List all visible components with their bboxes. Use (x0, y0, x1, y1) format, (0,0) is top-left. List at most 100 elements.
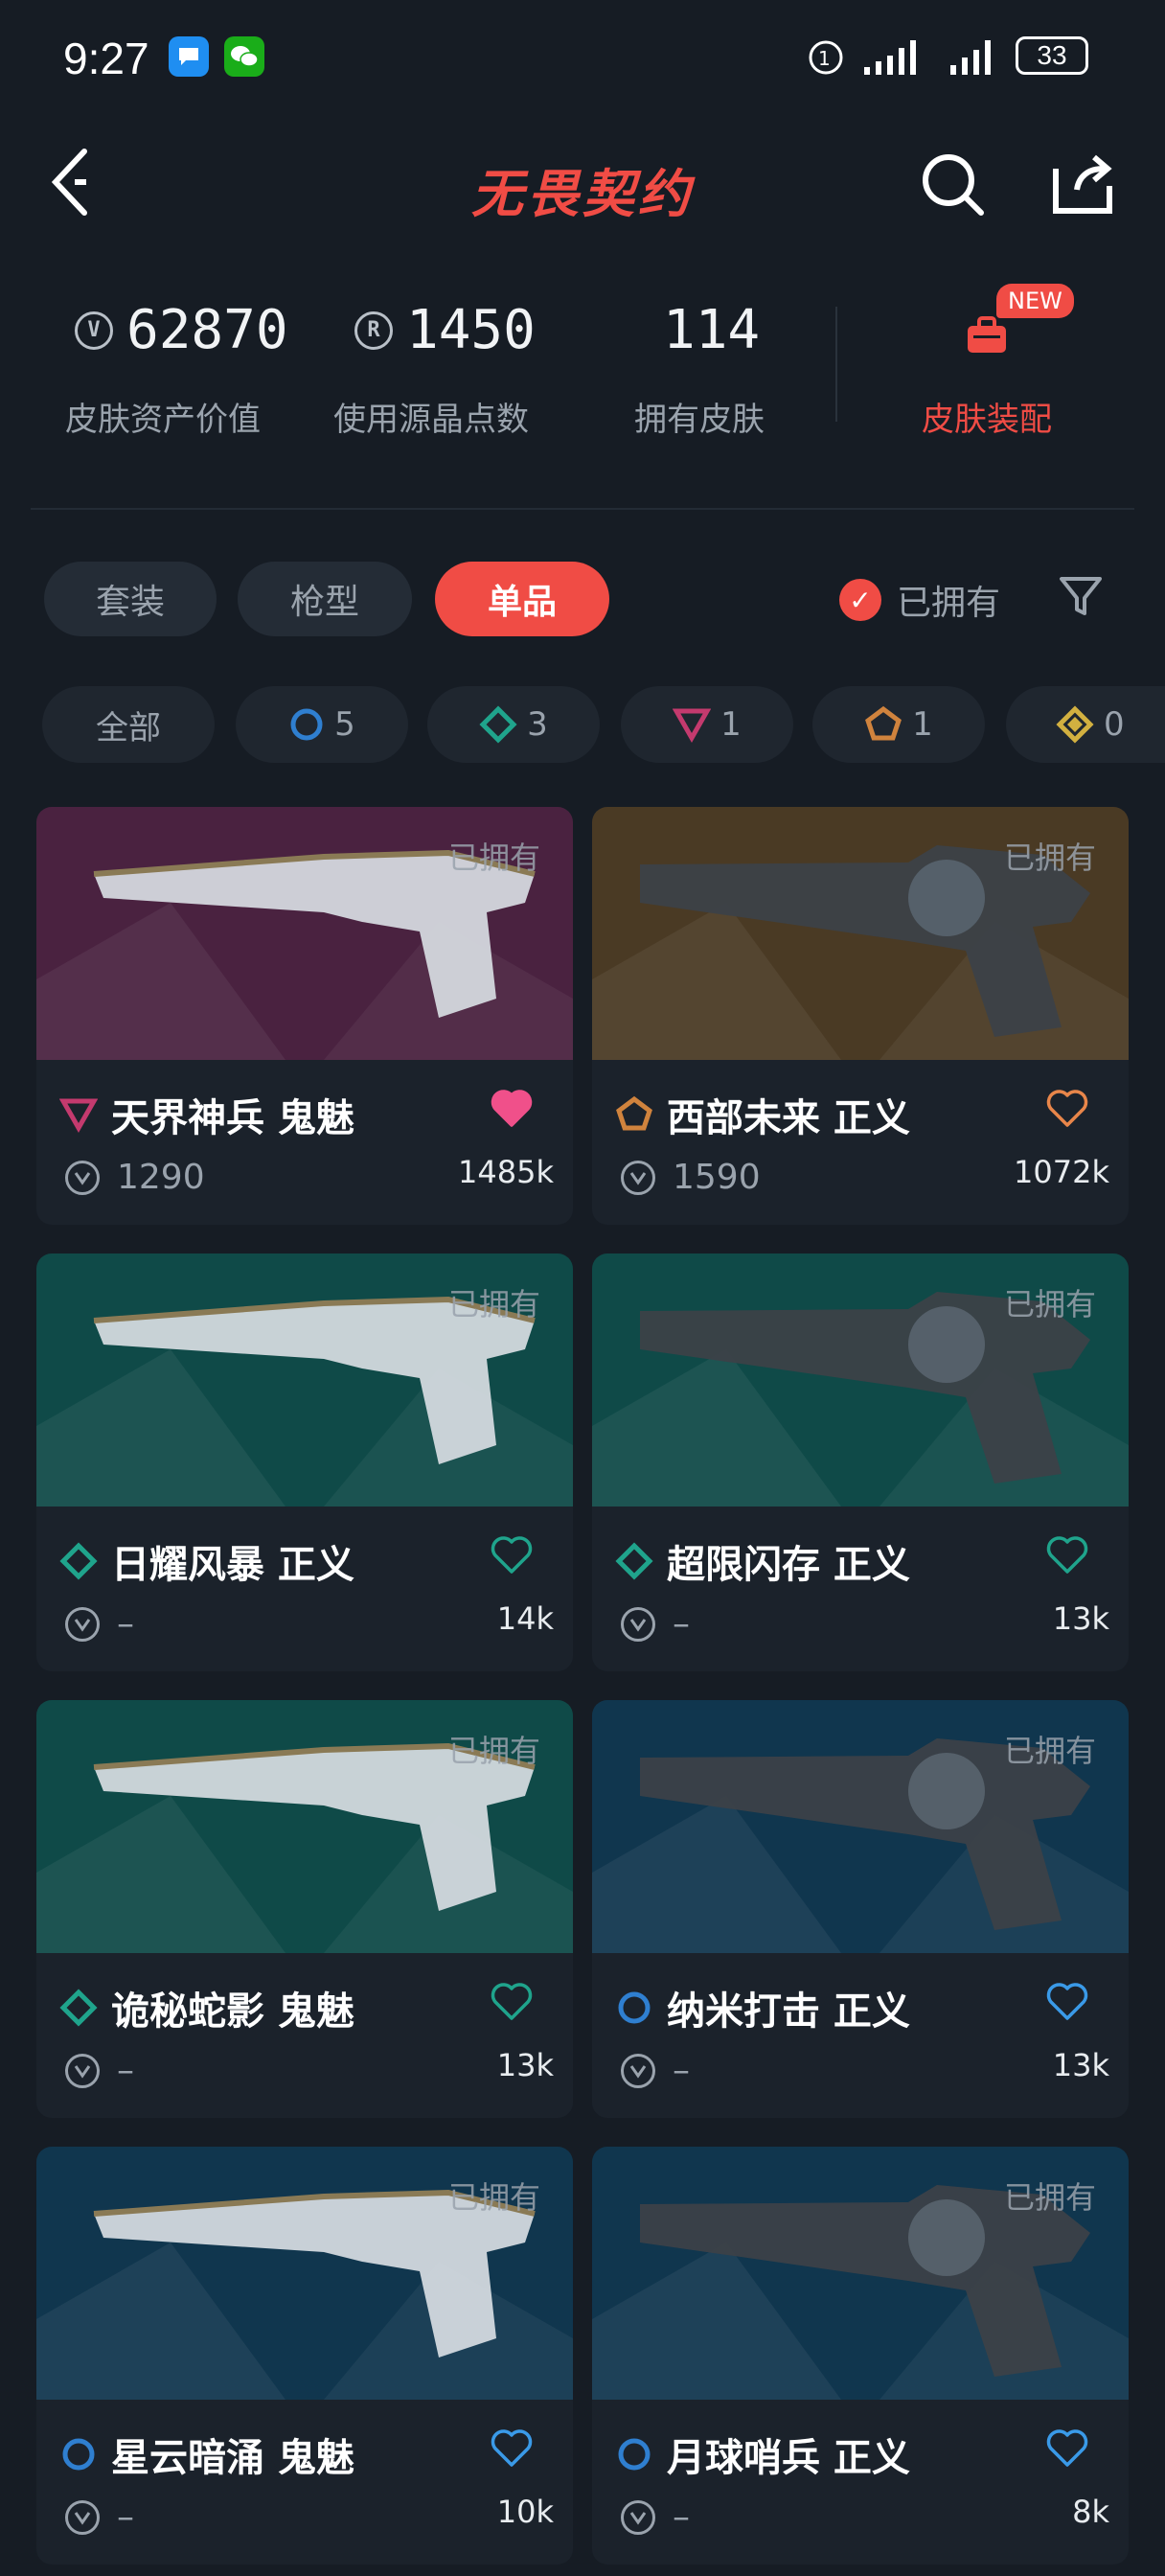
owned-tag: 已拥有 (1003, 840, 1096, 876)
vp-coin-icon (621, 2053, 655, 2088)
skin-price: – (65, 2497, 134, 2537)
rarity-tier-icon (59, 1989, 98, 2027)
data-saver-icon: 1 (807, 36, 849, 86)
tab-single-items[interactable]: 单品 (435, 562, 609, 636)
skin-image: 已拥有 (592, 1254, 1129, 1506)
rarity-chip-ultra[interactable]: 0 (1006, 686, 1165, 763)
skin-name: 超限闪存 正义 (667, 1543, 910, 1587)
heart-outline-icon[interactable] (489, 1531, 535, 1577)
heart-outline-icon[interactable] (489, 2425, 535, 2471)
vp-coin-icon (65, 2053, 100, 2088)
owned-tag: 已拥有 (447, 1286, 540, 1322)
heart-outline-icon[interactable] (489, 1978, 535, 2024)
rarity-chip-count: 1 (912, 705, 933, 744)
asset-value-label: 皮肤资产价值 (65, 401, 261, 439)
skin-name-row: 纳米打击 正义 (615, 1980, 910, 2036)
skin-card[interactable]: 已拥有 诡秘蛇影 鬼魅 – 13k (36, 1700, 573, 2118)
skin-name-row: 月球哨兵 正义 (615, 2426, 910, 2482)
status-time: 9:27 (63, 34, 149, 83)
skin-price-value: – (117, 2051, 134, 2090)
rarity-tier-icon (62, 2438, 95, 2471)
tab-weapon-type[interactable]: 枪型 (238, 562, 412, 636)
skin-image: 已拥有 (36, 1254, 573, 1506)
owned-tag: 已拥有 (1003, 2179, 1096, 2216)
rarity-chip-deluxe[interactable]: 3 (427, 686, 600, 763)
exclusive-tier-icon (865, 705, 902, 741)
skin-name: 西部未来 正义 (667, 1096, 910, 1140)
skin-price: 1590 (621, 1158, 761, 1197)
heart-outline-icon[interactable] (1044, 1531, 1090, 1577)
vp-coin-icon (621, 1160, 655, 1195)
rarity-chip-all[interactable]: 全部 (42, 686, 215, 763)
rarity-chip-exclusive[interactable]: 1 (812, 686, 985, 763)
skin-card[interactable]: 已拥有 超限闪存 正义 – 13k (592, 1254, 1129, 1671)
vp-coin-icon (621, 1606, 655, 1642)
skin-card[interactable]: 已拥有 西部未来 正义 1590 1072k (592, 807, 1129, 1225)
skin-card[interactable]: 已拥有 天界神兵 鬼魅 1290 1485k (36, 807, 573, 1225)
rarity-chip-count: 1 (720, 705, 742, 744)
skin-price: – (621, 1604, 690, 1644)
stats-divider (835, 307, 837, 422)
tab-sets[interactable]: 套装 (44, 562, 217, 636)
rarity-tier-icon (59, 1542, 98, 1580)
skin-card[interactable]: 已拥有 月球哨兵 正义 – 8k (592, 2147, 1129, 2564)
skin-price: 1290 (65, 1158, 205, 1197)
heart-outline-icon[interactable] (1044, 1978, 1090, 2024)
ultra-tier-icon (1056, 705, 1094, 744)
rarity-chip-premium[interactable]: 1 (621, 686, 793, 763)
rarity-chip-count: 0 (1104, 705, 1125, 744)
owned-tag: 已拥有 (1003, 1733, 1096, 1769)
skin-image: 已拥有 (36, 2147, 573, 2400)
skin-like-count: 13k (1052, 2047, 1109, 2083)
radianite-points: R 1450 (354, 299, 536, 361)
skin-like-count: 10k (496, 2494, 554, 2530)
skin-name: 星云暗涌 鬼魅 (111, 2436, 354, 2480)
rarity-chip-select[interactable]: 5 (236, 686, 408, 763)
filter-funnel-icon[interactable] (1058, 573, 1104, 623)
loadout-icon[interactable] (964, 312, 1010, 362)
skin-name: 月球哨兵 正义 (667, 2436, 910, 2480)
skin-image: 已拥有 (592, 2147, 1129, 2400)
skin-price-value: – (117, 1604, 134, 1644)
skin-price: – (65, 1604, 134, 1644)
skin-card[interactable]: 已拥有 纳米打击 正义 – 13k (592, 1700, 1129, 2118)
rarity-tier-icon (615, 1542, 653, 1580)
loadout-button[interactable]: 皮肤装配 (901, 393, 1073, 440)
skin-name: 诡秘蛇影 鬼魅 (111, 1990, 354, 2034)
vp-coin-icon (65, 2499, 100, 2535)
owned-filter-label: 已拥有 (897, 584, 1001, 623)
skin-price-value: – (673, 1604, 690, 1644)
skin-name-row: 超限闪存 正义 (615, 1533, 910, 1589)
skin-price: – (621, 2051, 690, 2090)
skin-image: 已拥有 (592, 807, 1129, 1060)
vp-coin-icon (65, 1160, 100, 1195)
new-badge: NEW (996, 284, 1074, 318)
radianite-icon: R (354, 310, 393, 350)
skin-card[interactable]: 已拥有 日耀风暴 正义 – 14k (36, 1254, 573, 1671)
skin-name-row: 星云暗涌 鬼魅 (59, 2426, 354, 2482)
premium-tier-icon (673, 708, 712, 744)
heart-outline-icon[interactable] (1044, 2425, 1090, 2471)
battery-indicator: 33 (1016, 36, 1088, 75)
select-tier-icon (290, 708, 323, 741)
search-icon[interactable] (918, 150, 987, 222)
skin-like-count: 13k (496, 2047, 554, 2083)
skin-like-count: 8k (1072, 2494, 1109, 2530)
owned-tag: 已拥有 (1003, 1286, 1096, 1322)
skin-like-count: 1485k (458, 1154, 554, 1190)
rarity-tier-icon (59, 1098, 98, 1134)
asset-value-number: 62870 (126, 299, 288, 361)
owned-skins-count: 114 (663, 299, 760, 361)
vp-coin-icon (621, 2499, 655, 2535)
rarity-chip-count: 3 (527, 705, 548, 744)
heart-filled-icon[interactable] (489, 1085, 535, 1131)
skin-card[interactable]: 已拥有 星云暗涌 鬼魅 – 10k (36, 2147, 573, 2564)
rarity-tier-icon (618, 1991, 651, 2024)
skin-price-value: – (673, 2051, 690, 2090)
owned-tag: 已拥有 (447, 2179, 540, 2216)
share-icon[interactable] (1050, 150, 1117, 220)
owned-filter-toggle[interactable]: ✓ 已拥有 (839, 575, 1000, 625)
signal-icon-2 (948, 36, 1002, 86)
message-app-icon (169, 36, 209, 77)
heart-outline-icon[interactable] (1044, 1085, 1090, 1131)
